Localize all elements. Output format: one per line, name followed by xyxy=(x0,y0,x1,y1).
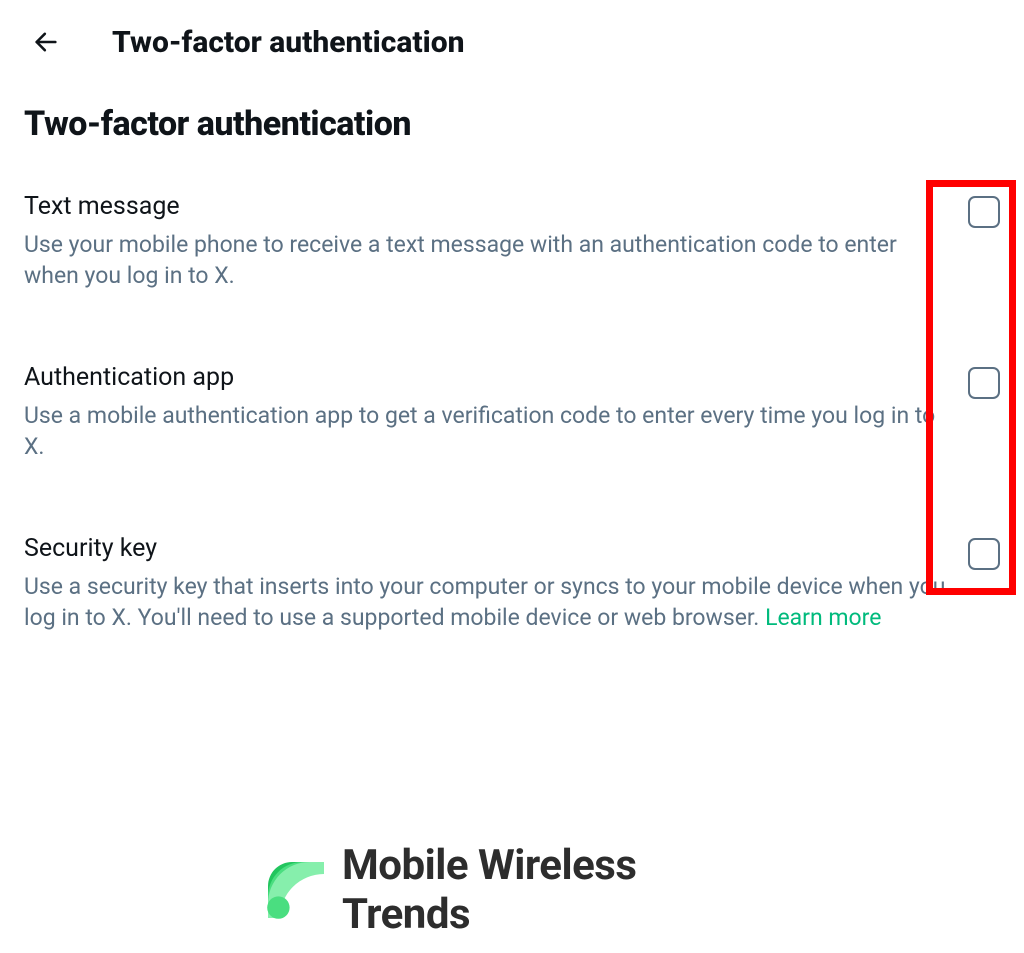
checkbox-wrapper xyxy=(968,367,1000,399)
option-title: Text message xyxy=(24,192,948,221)
option-text-container: Authentication app Use a mobile authenti… xyxy=(24,363,948,462)
option-authentication-app: Authentication app Use a mobile authenti… xyxy=(24,363,1000,462)
footer-brand-text: Mobile Wireless Trends xyxy=(342,841,768,939)
arrow-left-icon xyxy=(32,28,60,56)
security-key-checkbox[interactable] xyxy=(968,538,1000,570)
option-description: Use your mobile phone to receive a text … xyxy=(24,229,948,291)
section-heading: Two-factor authentication xyxy=(24,104,1000,144)
wifi-icon xyxy=(256,850,336,930)
auth-app-checkbox[interactable] xyxy=(968,367,1000,399)
content-area: Two-factor authentication Text message U… xyxy=(0,74,1024,633)
checkbox-wrapper xyxy=(968,196,1000,228)
option-text-container: Text message Use your mobile phone to re… xyxy=(24,192,948,291)
checkbox-wrapper xyxy=(968,538,1000,570)
option-text-container: Security key Use a security key that ins… xyxy=(24,534,948,633)
page-title: Two-factor authentication xyxy=(112,25,465,60)
back-button[interactable] xyxy=(24,20,68,64)
option-title: Security key xyxy=(24,534,948,563)
option-description: Use a security key that inserts into you… xyxy=(24,571,948,633)
option-security-key: Security key Use a security key that ins… xyxy=(24,534,1000,633)
option-description: Use a mobile authentication app to get a… xyxy=(24,400,948,462)
option-title: Authentication app xyxy=(24,363,948,392)
page-header: Two-factor authentication xyxy=(0,0,1024,74)
learn-more-link[interactable]: Learn more xyxy=(765,604,881,631)
option-text-message: Text message Use your mobile phone to re… xyxy=(24,192,1000,291)
footer-logo: Mobile Wireless Trends xyxy=(256,841,768,939)
text-message-checkbox[interactable] xyxy=(968,196,1000,228)
